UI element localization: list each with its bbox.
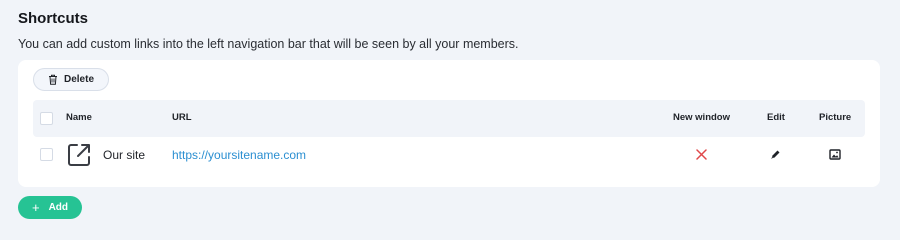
select-all-checkbox[interactable]	[40, 112, 53, 125]
close-icon[interactable]	[696, 149, 707, 160]
column-header-picture: Picture	[819, 112, 852, 123]
table-row: Our site https://yoursitename.com	[33, 137, 865, 177]
trash-icon	[49, 74, 57, 85]
delete-button[interactable]: Delete	[33, 68, 109, 91]
external-link-icon	[68, 144, 90, 166]
row-url-link[interactable]: https://yoursitename.com	[172, 148, 306, 162]
column-header-name: Name	[66, 112, 92, 123]
add-button[interactable]: + Add	[18, 196, 82, 219]
column-header-edit: Edit	[767, 112, 785, 123]
delete-button-label: Delete	[64, 74, 95, 85]
image-icon[interactable]	[829, 149, 841, 160]
add-button-label: Add	[48, 202, 69, 213]
plus-icon: +	[31, 200, 40, 215]
table-header: Name URL New window Edit Picture	[33, 100, 865, 137]
column-header-new-window: New window	[673, 112, 730, 123]
page-description: You can add custom links into the left n…	[18, 37, 519, 51]
page-title: Shortcuts	[18, 10, 89, 27]
row-name: Our site	[103, 148, 146, 162]
shortcuts-card: Delete Name URL New window Edit Picture …	[18, 60, 880, 187]
column-header-url: URL	[172, 112, 192, 123]
pencil-icon[interactable]	[770, 149, 781, 160]
row-checkbox[interactable]	[40, 148, 53, 161]
